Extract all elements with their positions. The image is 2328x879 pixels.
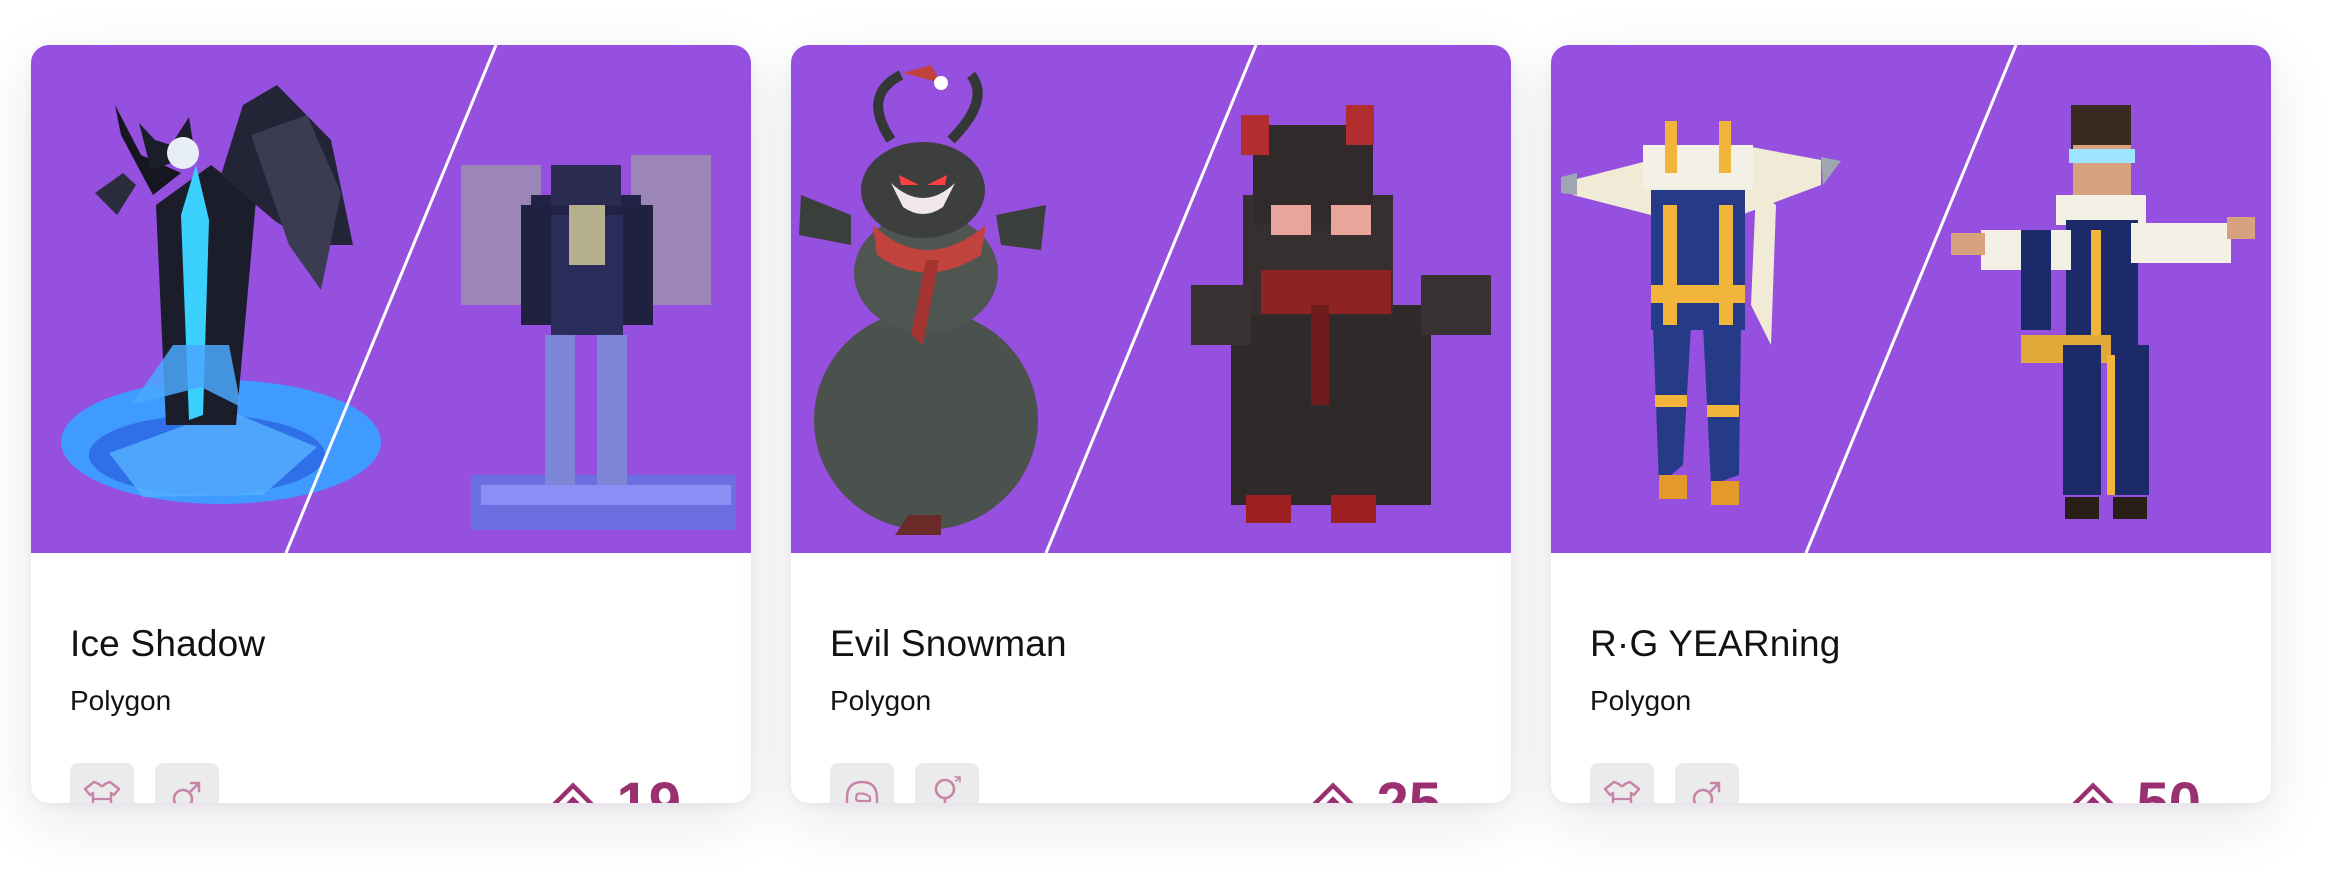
card-tags <box>70 763 219 803</box>
card-chain: Polygon <box>70 685 172 716</box>
card-artwork[interactable] <box>1551 45 2271 553</box>
diamond-currency-icon <box>550 781 596 803</box>
price-value: 25 <box>1376 775 1441 804</box>
tag-gender-female[interactable] <box>915 763 979 803</box>
card-title[interactable]: R·G YEARning <box>1590 625 1841 662</box>
tag-shirt[interactable] <box>1590 763 1654 803</box>
lowpoly-model <box>799 65 1046 535</box>
card-title[interactable]: Evil Snowman <box>830 625 1067 662</box>
card-title[interactable]: Ice Shadow <box>70 625 265 662</box>
card-artwork[interactable] <box>791 45 1511 553</box>
shirt-icon <box>83 780 121 803</box>
character-preview-image <box>1561 45 2255 553</box>
card-price: 25 <box>1310 775 1441 803</box>
card-tags <box>830 763 979 803</box>
diamond-currency-icon <box>2070 781 2116 803</box>
card-price: 50 <box>2070 775 2201 803</box>
voxel-model <box>1951 105 2255 519</box>
female-icon <box>934 776 961 803</box>
nft-card-evil-snowman[interactable]: Evil Snowman Polygon <box>791 45 1511 803</box>
card-chain: Polygon <box>830 685 932 716</box>
character-preview-image <box>799 45 1491 553</box>
price-value: 19 <box>616 775 681 804</box>
shirt-icon <box>1603 780 1641 803</box>
nft-card-grid: Ice Shadow Polygon Evil Snowman Polygon … <box>0 0 2328 879</box>
divider-line <box>1804 45 2018 553</box>
tag-gender-male[interactable] <box>1675 763 1739 803</box>
nft-card-ice-shadow[interactable]: Ice Shadow Polygon <box>31 45 751 803</box>
card-body: Ice Shadow Polygon <box>31 553 751 803</box>
card-body: R·G YEARning Polygon <box>1551 553 2271 803</box>
helmet-icon <box>845 780 879 803</box>
card-body: Evil Snowman Polygon <box>791 553 1511 803</box>
card-chain: Polygon <box>1590 685 1692 716</box>
character-preview-image <box>61 45 736 553</box>
voxel-model <box>1191 105 1491 523</box>
tag-gender-male[interactable] <box>155 763 219 803</box>
card-tags <box>1590 763 1739 803</box>
male-icon <box>1692 781 1721 803</box>
tag-shirt[interactable] <box>70 763 134 803</box>
diamond-currency-icon <box>1310 781 1356 803</box>
tag-helmet[interactable] <box>830 763 894 803</box>
lowpoly-model <box>1561 121 1841 505</box>
voxel-model <box>461 155 736 530</box>
card-price: 19 <box>550 775 681 803</box>
male-icon <box>172 781 201 803</box>
price-value: 50 <box>2136 775 2201 804</box>
nft-card-rg-yearning[interactable]: R·G YEARning Polygon <box>1551 45 2271 803</box>
card-artwork[interactable] <box>31 45 751 553</box>
